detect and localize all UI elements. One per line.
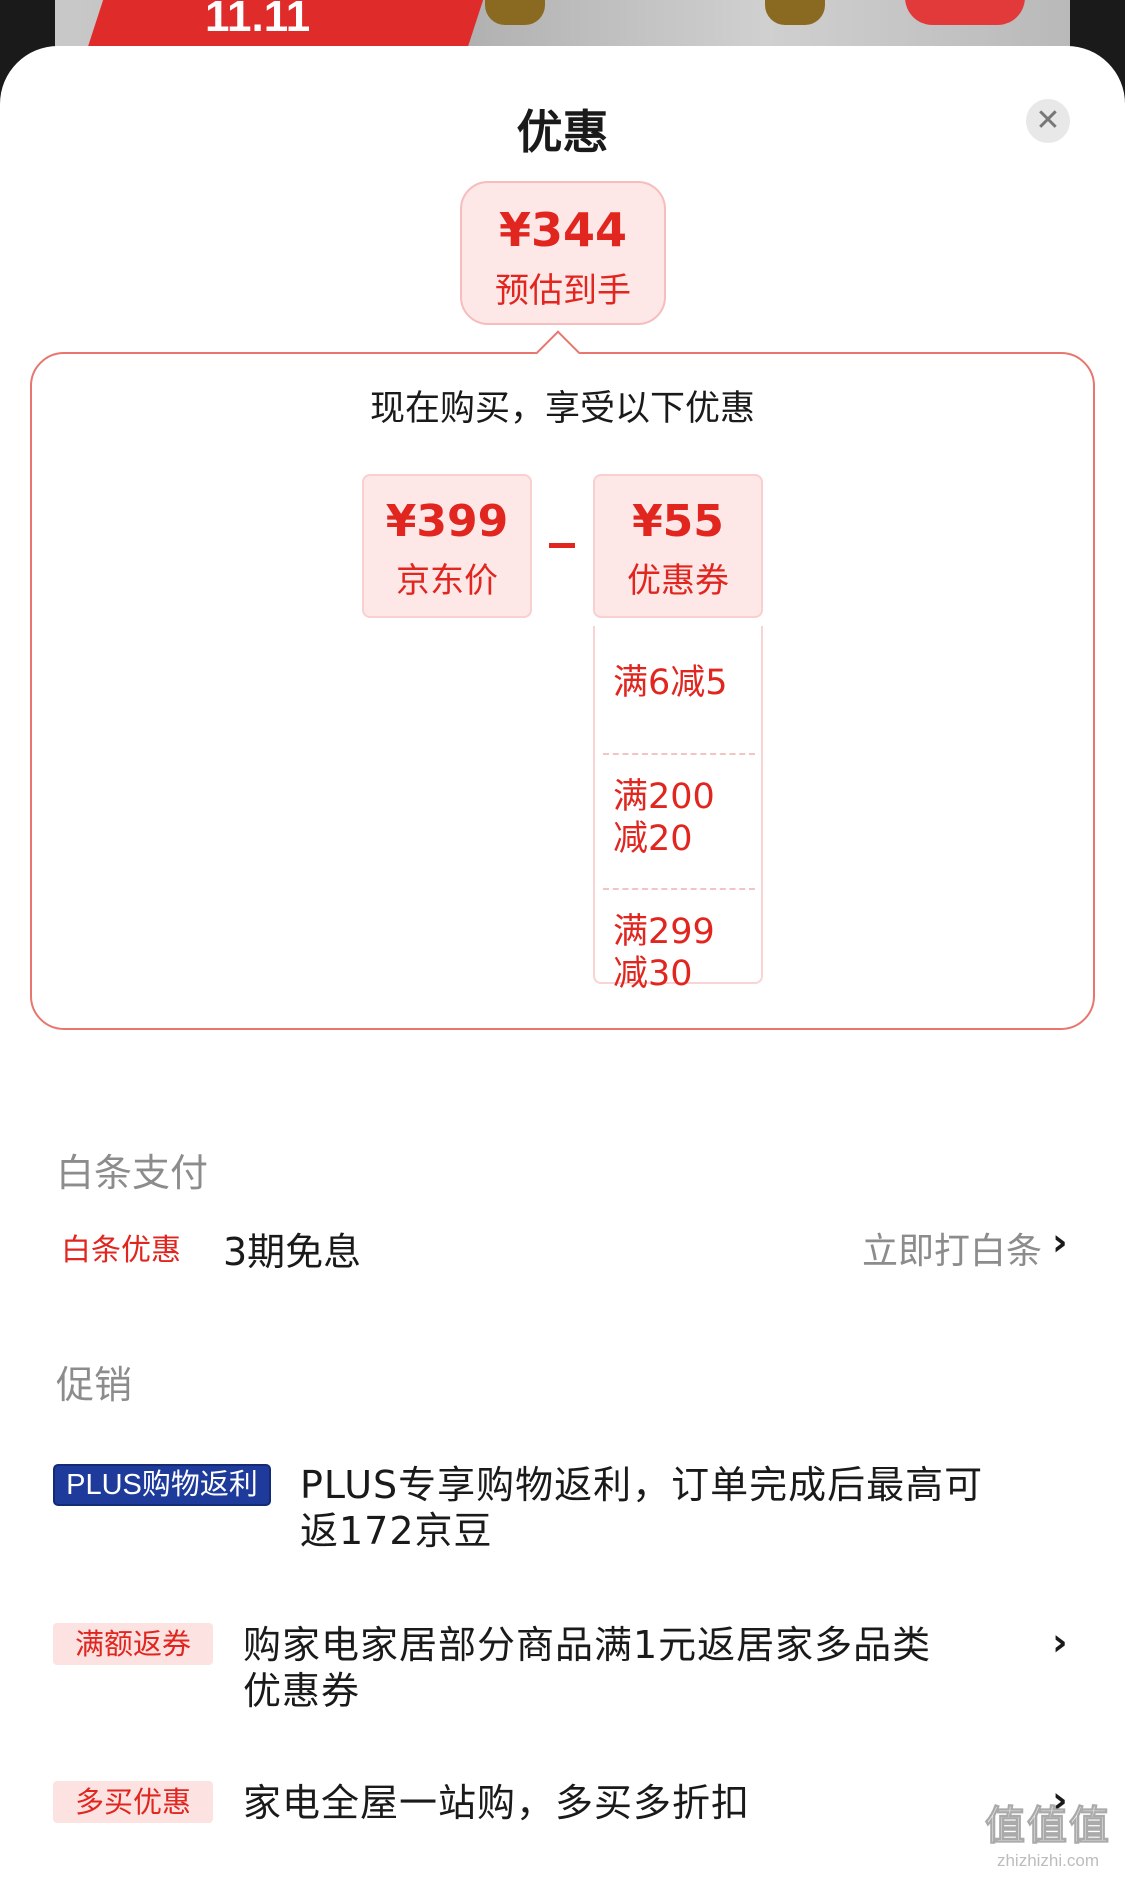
promo-item-coupon-return[interactable]: 购家电家居部分商品满1元返居家多品类 优惠券 [243, 1622, 931, 1714]
jd-price-label: 京东价 [396, 561, 498, 601]
baitiao-offer-text: 3期免息 [223, 1230, 362, 1274]
promo-item-multi-buy[interactable]: 家电全屋一站购，多买多折扣 [243, 1780, 750, 1826]
discount-calculation-box [30, 352, 1095, 1030]
watermark-logo: 值值值 [985, 1803, 1111, 1850]
chevron-right-icon[interactable]: › [1052, 1620, 1068, 1664]
coupon-item: 满200 减20 [613, 777, 715, 859]
estimated-price-amount: ¥344 [498, 203, 628, 257]
promo-item-plus: PLUS专享购物返利，订单完成后最高可 返172京豆 [300, 1463, 984, 1553]
plus-rebate-tag: PLUS购物返利 [53, 1464, 271, 1506]
product-image-fragment [485, 0, 545, 25]
coupon-item: 满299 减30 [613, 912, 715, 994]
coupon-divider [603, 753, 755, 755]
baitiao-link[interactable]: 立即打白条 [862, 1222, 1042, 1274]
coupon-divider [603, 888, 755, 890]
coupon-item: 满6减5 [613, 663, 728, 703]
product-image-fragment [765, 0, 825, 25]
watermark-site: zhizhizhi.com [996, 1851, 1100, 1870]
coupon-return-tag: 满额返券 [53, 1623, 213, 1665]
promo-badge-text: 11.11 [205, 0, 311, 41]
jd-price-amount: ¥399 [385, 496, 509, 547]
close-button[interactable]: ✕ [1026, 99, 1070, 143]
promotions-section-title: 促销 [56, 1363, 133, 1407]
calc-heading: 现在购买，享受以下优惠 [369, 389, 755, 429]
baitiao-tag: 白条优惠 [61, 1233, 181, 1268]
background-pill [905, 0, 1025, 25]
site-watermark: 值值值 zhizhizhi.com [979, 1793, 1117, 1873]
minus-operator [549, 543, 575, 548]
sheet-title: 优惠 [516, 105, 609, 159]
coupon-card: ¥55 优惠券 [593, 474, 763, 618]
estimated-price-bubble: ¥344 预估到手 [460, 181, 666, 325]
coupon-label: 优惠券 [627, 561, 729, 601]
coupon-amount: ¥55 [632, 496, 724, 547]
coupon-list: 满6减5 满200 减20 满299 减30 [593, 626, 763, 994]
estimated-price-label: 预估到手 [495, 271, 631, 311]
baitiao-section-title: 白条支付 [56, 1151, 209, 1195]
close-icon: ✕ [1035, 103, 1061, 138]
jd-price-card: ¥399 京东价 [362, 474, 532, 618]
chevron-right-icon[interactable]: › [1052, 1220, 1068, 1264]
multi-buy-tag: 多买优惠 [53, 1781, 213, 1823]
